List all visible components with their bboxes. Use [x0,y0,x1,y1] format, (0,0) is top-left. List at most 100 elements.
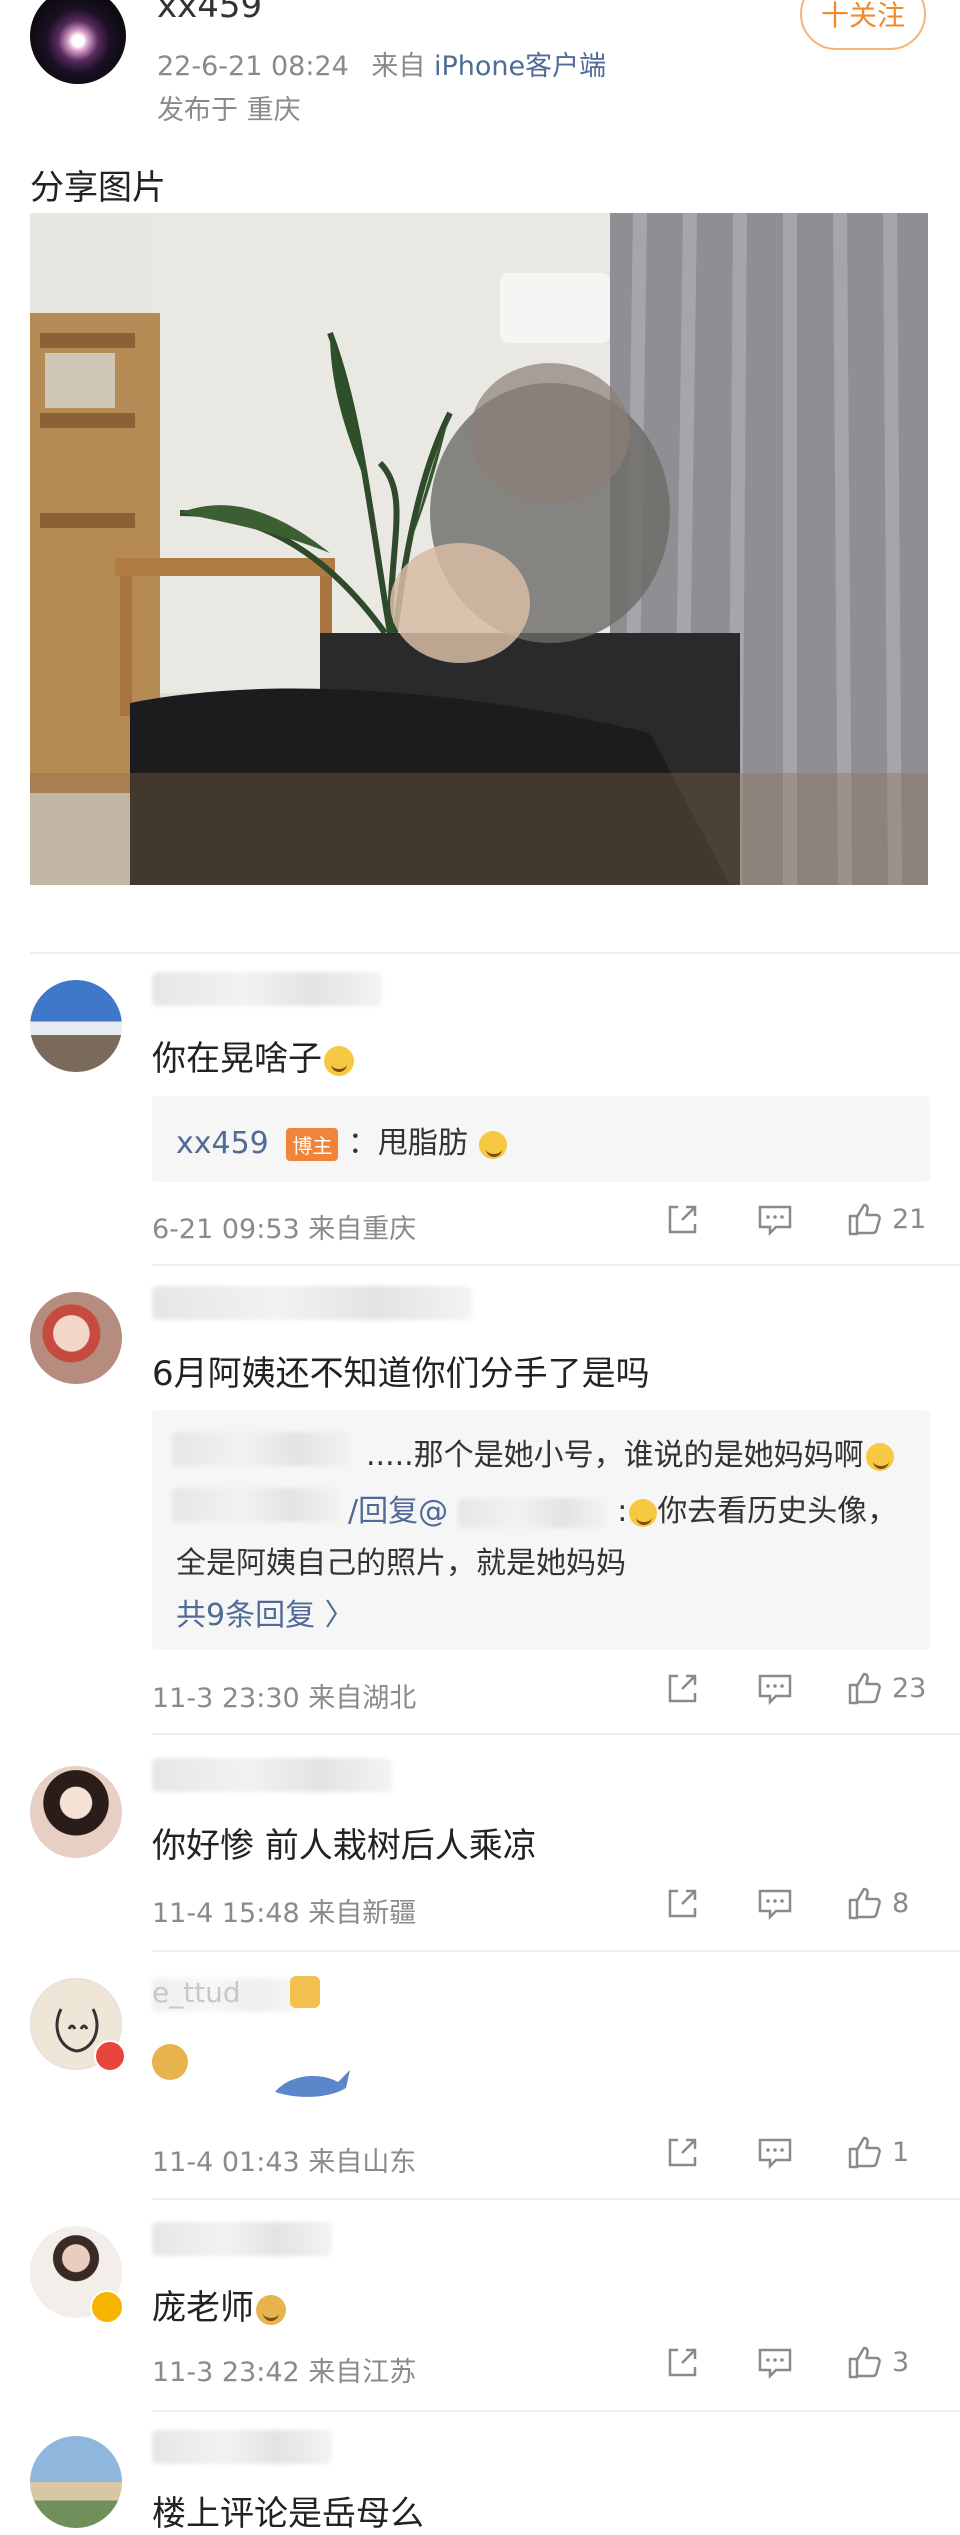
comment-avatar[interactable] [30,1292,122,1384]
comment-meta: 11-4 01:43 来自山东 [152,2147,417,2178]
comment-button[interactable] [756,2135,794,2171]
post-username[interactable]: xx459 [157,0,262,26]
comment-username-blurred[interactable] [152,2222,332,2256]
post-source-device[interactable]: iPhone客户端 [434,51,606,82]
more-replies-link[interactable]: 共9条回复 〉 [176,1590,355,1634]
reply-box[interactable]: xx459 博主 ：甩脂肪 [152,1096,930,1182]
comment-username-blurred[interactable] [152,2430,332,2464]
like-icon [848,2346,881,2379]
whale-sticker-icon [275,2070,350,2097]
comment-button[interactable] [756,2345,794,2381]
like-count: 1 [892,2136,910,2168]
reply-text: .....那个是她小号，谁说的是她妈妈啊 [366,1438,864,1473]
comment-icon [758,2348,792,2380]
like-count: 3 [892,2346,910,2378]
comment-icon [758,1674,792,1706]
comment-text: 庞老师 [152,2280,286,2329]
reply-line: .....那个是她小号，谁说的是她妈妈啊 [366,1430,894,1474]
reply-line: /回复@ : 你去看历史头像， [348,1494,898,1529]
reply-text: 你去看历史头像， [657,1494,898,1529]
post-meta-line: 22-6-21 08:24 来自 iPhone客户端 [157,44,606,83]
sticker-image[interactable] [270,2054,352,2104]
reply-line: xx459 博主 ：甩脂肪 [176,1118,508,1162]
share-icon [668,1889,697,1918]
comment-text-content: 你在晃啥子 [152,1039,322,1079]
reply-username-blurred[interactable] [172,1432,352,1466]
comment-meta: 11-3 23:30 来自湖北 [152,1683,417,1714]
share-icon [668,1674,697,1703]
wink-emoji-icon [629,1498,658,1527]
share-button[interactable] [664,1671,700,1707]
post-source-prefix: 来自 [371,51,426,82]
post-location: 发布于 重庆 [157,95,301,126]
comment-icon [758,1889,792,1921]
reply-mention[interactable]: /回复@ [348,1494,448,1529]
comment-icon [758,2138,792,2170]
mention-username-blurred[interactable] [457,1497,608,1528]
share-icon [668,1205,697,1234]
comment-meta: 6-21 09:53 来自重庆 [152,1214,417,1245]
comment-meta: 11-4 15:48 来自新疆 [152,1898,417,1929]
reply-username-blurred[interactable] [172,1488,342,1522]
post-text: 分享图片 [30,168,166,208]
reply-text: ：甩脂肪 [347,1126,468,1161]
vip-badge-icon [90,2290,124,2324]
divider [152,1733,960,1735]
reply-box[interactable]: .....那个是她小号，谁说的是她妈妈啊 /回复@ : 你去看历史头像， 全是阿姨… [152,1410,930,1650]
comment-avatar[interactable] [30,980,122,1072]
like-count: 8 [892,1887,910,1919]
verified-badge-icon [94,2040,126,2072]
divider [152,1950,960,1952]
post-photo-illustration [30,213,928,885]
comment-username-partial[interactable]: e_ttud [152,1976,241,2009]
doge-emoji-icon [152,2044,188,2080]
comment-button[interactable] [756,1202,794,1238]
crown-icon [290,1976,320,2008]
divider [152,1264,960,1266]
doge-emoji-icon [256,2294,286,2325]
comment-username-blurred[interactable] [152,1286,472,1320]
comment-text-content: 庞老师 [152,2288,254,2328]
comment-meta: 11-3 23:42 来自江苏 [152,2357,417,2388]
like-icon [848,1672,881,1705]
like-button[interactable]: 21 [846,1200,926,1238]
share-button[interactable] [664,1202,700,1238]
smirk-emoji-icon [865,1442,894,1471]
like-icon [848,1887,881,1920]
share-button[interactable] [664,1886,700,1922]
comment-avatar[interactable] [30,2436,122,2528]
comment-username-blurred[interactable] [152,972,382,1006]
comment-text: 你好惨 前人栽树后人乘凉 [152,1826,537,1866]
follow-label: 十关注 [820,0,905,32]
comment-username-blurred[interactable] [152,1758,392,1792]
divider [30,952,960,954]
comment-text: 6月阿姨还不知道你们分手了是吗 [152,1354,650,1394]
grin-emoji-icon [479,1130,508,1159]
like-button[interactable]: 3 [846,2343,909,2381]
share-icon [668,2138,697,2167]
like-button[interactable]: 23 [846,1669,926,1707]
post-image[interactable] [30,213,928,885]
share-icon [668,2348,697,2377]
comment-button[interactable] [756,1671,794,1707]
follow-button[interactable]: 十关注 [800,0,926,50]
reply-username[interactable]: xx459 [176,1126,269,1161]
comment-text: 你在晃啥子 [152,1031,354,1080]
share-button[interactable] [664,2345,700,2381]
post-author-avatar[interactable] [30,0,126,84]
post-time: 22-6-21 08:24 [157,51,349,82]
comment-avatar[interactable] [30,1766,122,1858]
share-button[interactable] [664,2135,700,2171]
laugh-emoji-icon [324,1045,354,1076]
comment-text: 楼上评论是岳母么 [152,2494,424,2534]
comment-button[interactable] [756,1886,794,1922]
comment-icon [758,1205,792,1237]
like-count: 21 [892,1203,927,1235]
divider [152,2410,960,2412]
like-count: 23 [892,1672,927,1704]
divider [152,2198,960,2200]
like-button[interactable]: 8 [846,1884,909,1922]
author-badge: 博主 [286,1128,339,1161]
like-button[interactable]: 1 [846,2133,909,2171]
reply-text: 全是阿姨自己的照片，就是她妈妈 [176,1546,626,1581]
